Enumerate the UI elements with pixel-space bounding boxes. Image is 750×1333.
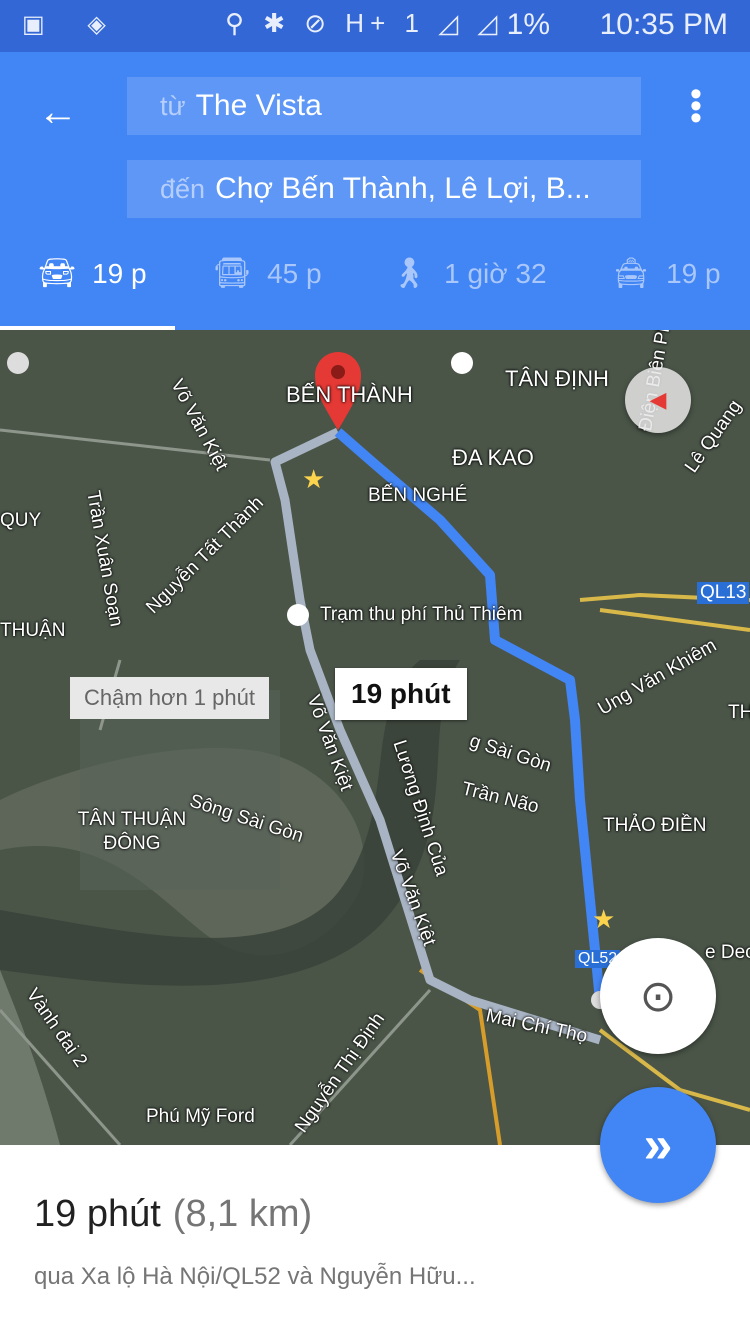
map-view[interactable]: ★ ★ BẾN THÀNH TÂN ĐỊNH ĐA KAO BẾN NGHÉ V… [0, 330, 750, 1145]
walk-icon: 🚶︎ [390, 257, 429, 290]
taxi-icon: 🚖︎ [612, 257, 651, 290]
notification-icons: ▣ ◈ [22, 11, 124, 38]
tab-transit[interactable]: 🚍︎ 45 p [213, 256, 322, 291]
more-options-icon[interactable]: • • • [688, 77, 704, 135]
map-label: QUY [0, 510, 42, 531]
clock: 10:35 PM [599, 8, 728, 41]
map-label: e Dec [705, 942, 750, 963]
destination-field[interactable]: đến Chợ Bến Thành, Lê Lợi, B... [127, 160, 641, 218]
poi-icon [451, 352, 473, 374]
map-label: THẢO ĐIỀN [603, 815, 707, 836]
origin-field[interactable]: từ The Vista [127, 77, 641, 135]
poi-icon [7, 352, 29, 374]
map-label: THUẬN [0, 620, 66, 641]
system-icons: ⚲ ✱ ⊘ H+ 1 ◿ ◿ [225, 8, 504, 38]
route-duration: 19 phút (8,1 km) [34, 1193, 313, 1235]
status-bar: ▣ ◈ ⚲ ✱ ⊘ H+ 1 ◿ ◿ 1% 10:35 PM [0, 0, 750, 52]
travel-mode-tabs: 🚘︎ 19 p 🚍︎ 45 p 🚶︎ 1 giờ 32 🚖︎ 19 p [0, 256, 750, 306]
map-label: QL13 [697, 582, 750, 604]
directions-header: ← từ The Vista đến Chợ Bến Thành, Lê Lợi, … [0, 52, 750, 330]
map-label: BẾN THÀNH [286, 382, 413, 407]
map-label: BẾN NGHÉ [368, 485, 468, 506]
compass-icon[interactable]: ◀ [625, 367, 691, 433]
map-label: ĐA KAO [452, 445, 534, 470]
destination-value: Chợ Bến Thành, Lê Lợi, B... [215, 172, 591, 205]
map-label: TÂN THUẬN ĐÔNG [77, 809, 187, 854]
bus-icon: 🚍︎ [213, 257, 252, 290]
industrial-area [80, 690, 280, 890]
start-navigation-button[interactable]: » [600, 1087, 716, 1203]
tab-taxi[interactable]: 🚖︎ 19 p [612, 256, 721, 291]
back-arrow-icon[interactable]: ← [38, 90, 78, 135]
car-icon: 🚘︎ [38, 257, 77, 290]
map-label: TH [728, 702, 750, 723]
route-distance: (8,1 km) [172, 1193, 313, 1235]
tab-driving[interactable]: 🚘︎ 19 p [38, 256, 147, 291]
my-location-button[interactable]: ⊙ [600, 938, 716, 1054]
tab-walking[interactable]: 🚶︎ 1 giờ 32 [390, 256, 547, 291]
crosshair-icon: ⊙ [639, 971, 677, 1021]
origin-value: The Vista [195, 89, 322, 122]
destination-prefix: đến [160, 174, 206, 204]
origin-prefix: từ [160, 91, 186, 121]
primary-route-callout[interactable]: 19 phút [335, 668, 467, 720]
route-via: qua Xa lộ Hà Nội/QL52 và Nguyễn Hữu... [34, 1263, 476, 1290]
battery-level: 1% [506, 8, 550, 41]
star-icon: ★ [592, 904, 615, 934]
map-label: Trạm thu phí Thủ Thiêm [320, 604, 523, 625]
map-label: Phú Mỹ Ford [146, 1106, 255, 1127]
toll-station-icon [287, 604, 309, 626]
double-chevron-right-icon: » [643, 1116, 673, 1174]
star-icon: ★ [302, 464, 325, 494]
alternate-route-callout[interactable]: Chậm hơn 1 phút [70, 677, 269, 719]
map-label: TÂN ĐỊNH [505, 366, 609, 391]
